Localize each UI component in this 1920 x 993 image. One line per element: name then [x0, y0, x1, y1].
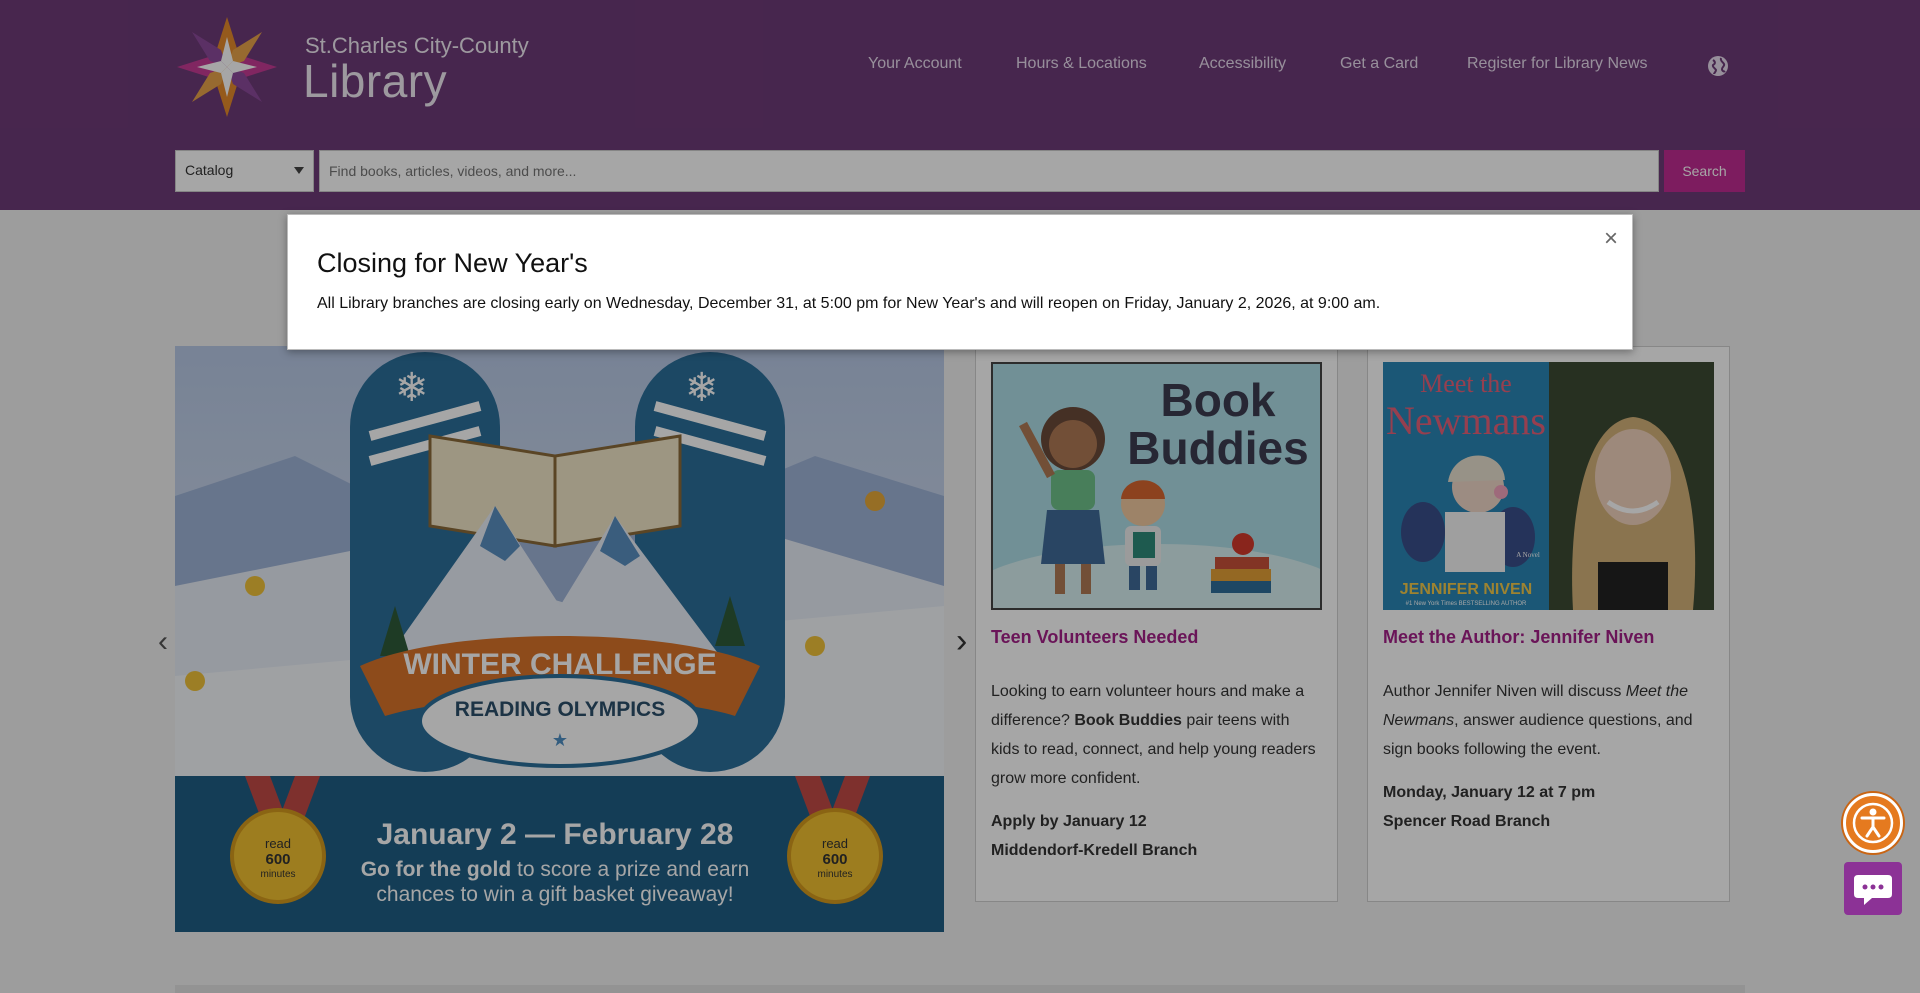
close-icon[interactable]: ×: [1604, 225, 1618, 253]
modal-title: Closing for New Year's: [317, 248, 588, 278]
chat-widget-button[interactable]: [1844, 862, 1902, 915]
modal-backdrop[interactable]: [0, 0, 1920, 993]
modal-body: All Library branches are closing early o…: [317, 295, 1381, 312]
accessibility-widget-button[interactable]: [1843, 793, 1903, 853]
closing-notice-modal: Closing for New Year's All Library branc…: [287, 214, 1633, 350]
chat-bubble-icon: [1854, 875, 1892, 905]
accessibility-icon: [1852, 802, 1894, 844]
